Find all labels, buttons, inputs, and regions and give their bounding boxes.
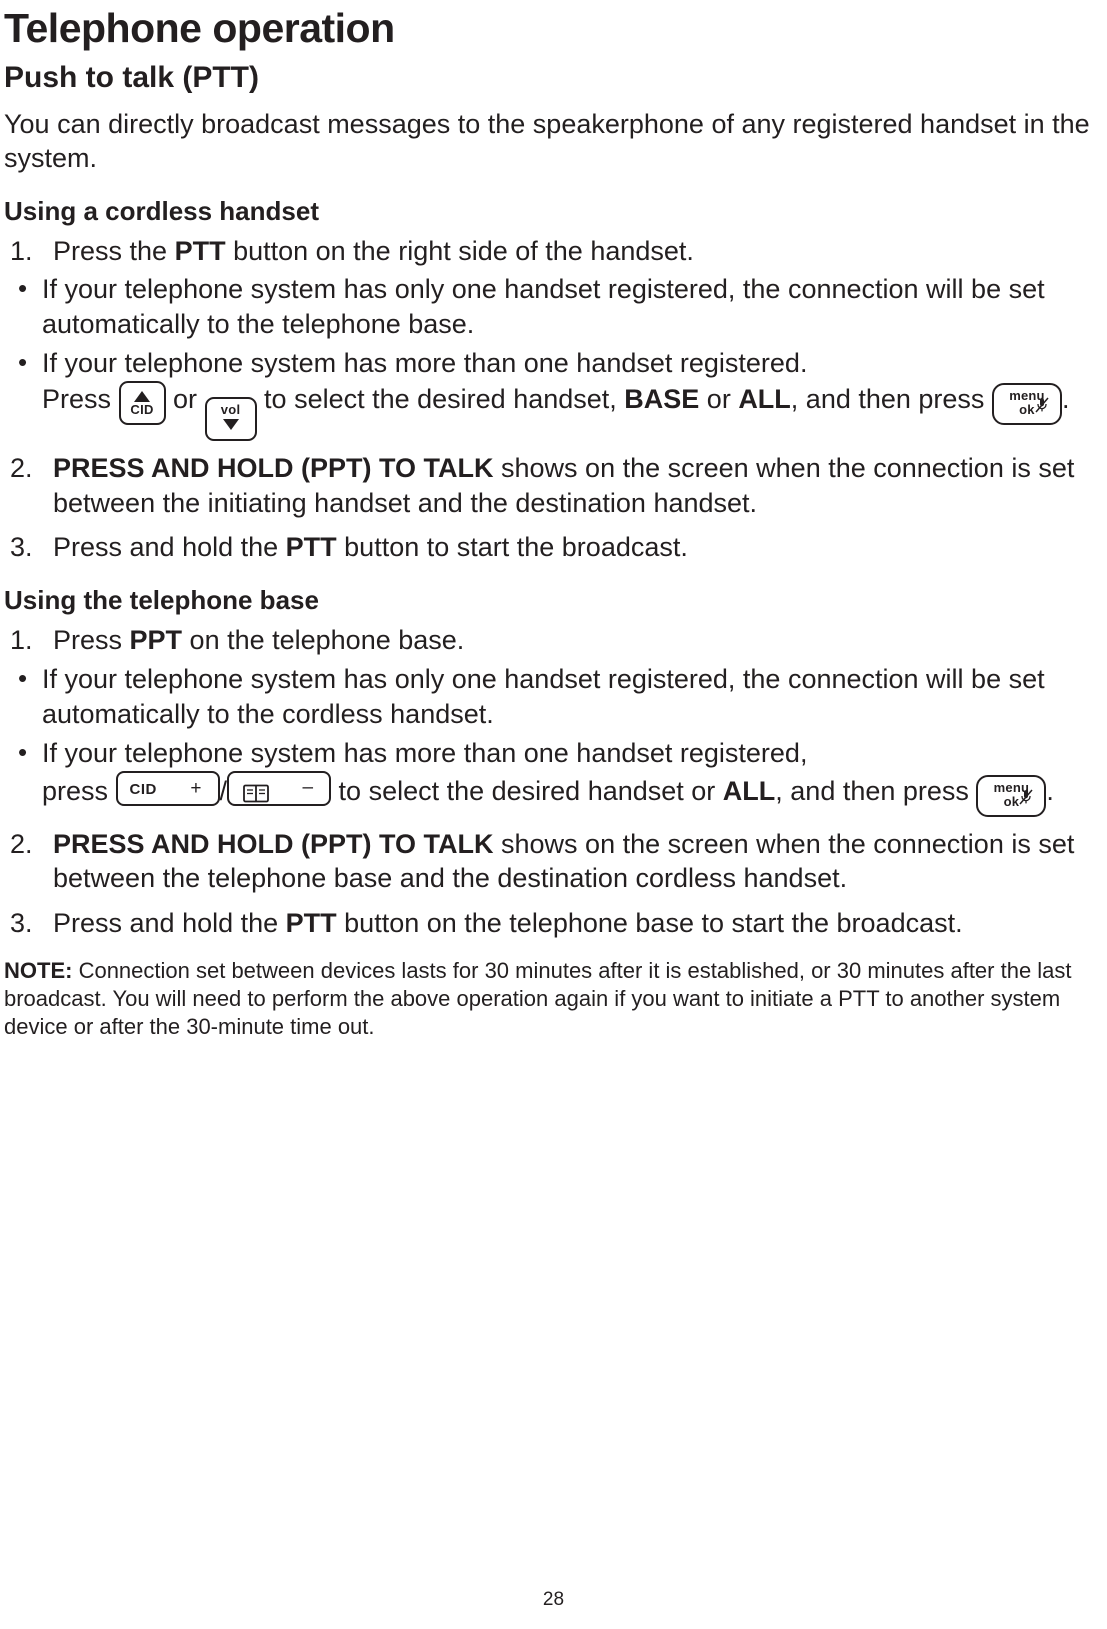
step-item: 2. PRESS AND HOLD (PPT) TO TALK shows on… [4,451,1097,520]
step-body: Press PPT on the telephone base. [53,623,1097,658]
step-text-cont: button to start the broadcast. [336,532,688,563]
step-text: Press and hold the [53,532,286,563]
minus-key-label: – [302,776,314,798]
subsection-title-cordless-handset: Using a cordless handset [4,195,319,226]
base-label: BASE [624,384,700,415]
manual-page: Telephone operation Push to talk (PTT) Y… [0,0,1107,1629]
step-item: 1. Press PPT on the telephone base. [4,623,1097,658]
step-item: 2. PRESS AND HOLD (PPT) TO TALK shows on… [4,827,1097,896]
bullet-dot: • [18,662,28,693]
step-bold: PTT [174,235,226,266]
subsection-title-telephone-base: Using the telephone base [4,585,319,616]
step-bold: PPT [129,625,183,656]
phonebook-icon [243,781,269,808]
step-number: 2. [10,453,33,484]
bullet-text-press: press [42,775,116,806]
vol-down-key-icon: vol [204,397,257,442]
all-label: ALL [722,775,776,806]
step-bold: PRESS AND HOLD (PPT) TO TALK [53,453,494,484]
note-text: Connection set between devices lasts for… [4,957,1072,1039]
bullet-dot: • [18,736,28,767]
bullet-text-period: . [1061,384,1070,415]
step-text-cont: on the telephone base. [182,625,465,656]
handset-steps-list: 1. Press the PTT button on the right sid… [4,234,1097,269]
step-text-cont: button on the right side of the handset. [225,235,694,266]
bullet-dot: • [18,273,28,304]
step-text: Press [53,625,130,656]
handset-bullets-list: • If your telephone system has only one … [4,272,1097,442]
step-body: Press the PTT button on the right side o… [53,234,1097,269]
section-title: Push to talk (PTT) [4,61,259,94]
bullet-text: If your telephone system has only one ha… [42,663,1045,729]
bullet-text: If your telephone system has only one ha… [42,274,1045,340]
list-item: • If your telephone system has only one … [4,662,1097,732]
step-number: 1. [10,625,33,656]
menu-ok-key-icon: menu ok [976,774,1047,817]
step-item: 1. Press the PTT button on the right sid… [4,234,1097,269]
bullet-text-line1: If your telephone system has more than o… [42,737,808,768]
cid-up-key-icon: CID [118,381,166,426]
vol-key-label: vol [220,402,241,418]
list-item: • If your telephone system has more than… [4,346,1097,442]
step-bold: PRESS AND HOLD (PPT) TO TALK [53,828,494,859]
step-number: 2. [10,828,33,859]
step-text: Press and hold the [53,907,286,938]
bullet-text-select: to select the desired handset, [256,384,625,415]
bullet-text-and-then: , and then press [775,775,977,806]
page-number: 28 [542,1589,565,1610]
handset-steps-list-cont: 2. PRESS AND HOLD (PPT) TO TALK shows on… [4,451,1097,565]
page-title: Telephone operation [4,5,395,51]
cid-key-label: CID [129,780,157,798]
triangle-down-icon [222,419,239,431]
step-body: PRESS AND HOLD (PPT) TO TALK shows on th… [53,451,1097,520]
triangle-up-icon [134,391,151,403]
note-paragraph: NOTE: Connection set between devices las… [4,957,1097,1041]
ok-key-label: ok [1003,793,1020,809]
list-item: • If your telephone system has only one … [4,272,1097,342]
note-label: NOTE: [4,957,73,983]
bullet-text-or2: or [699,384,739,415]
step-text: Press the [53,235,175,266]
phonebook-minus-key-icon: – [227,770,332,808]
bullet-text-period: . [1046,775,1054,806]
cid-key-label: CID [130,402,154,418]
step-body: PRESS AND HOLD (PPT) TO TALK shows on th… [53,827,1097,896]
menu-key-label: menu [993,779,1030,795]
step-bold: PTT [285,532,337,563]
bullet-text-press: Press [42,384,119,415]
all-label: ALL [738,384,791,415]
step-number: 3. [10,907,33,938]
step-number: 3. [10,532,33,563]
step-text-cont: button on the telephone base to start th… [336,907,963,938]
bullet-text-and-then: , and then press [790,384,992,415]
step-number: 1. [10,235,33,266]
step-item: 3. Press and hold the PTT button to star… [4,530,1097,565]
mute-mic-icon [1035,391,1049,418]
base-steps-list-cont: 2. PRESS AND HOLD (PPT) TO TALK shows on… [4,827,1097,941]
bullet-text-or: or [165,384,205,415]
intro-paragraph: You can directly broadcast messages to t… [4,109,1090,174]
bullet-text-select: to select the desired handset or [331,775,723,806]
step-item: 3. Press and hold the PTT button on the … [4,906,1097,941]
menu-ok-key-icon: menu ok [991,383,1062,426]
cid-plus-key-icon: CID + [115,770,220,806]
menu-key-label: menu [1009,388,1045,404]
step-bold: PTT [285,907,337,938]
base-steps-list: 1. Press PPT on the telephone base. [4,623,1097,658]
bullet-dot: • [18,347,28,378]
bullet-text-slash: / [219,775,228,806]
plus-key-label: + [190,777,202,799]
bullet-text-line1: If your telephone system has more than o… [42,348,808,379]
ok-key-label: ok [1019,402,1035,418]
step-body: Press and hold the PTT button on the tel… [53,906,1097,941]
list-item: • If your telephone system has more than… [4,736,1097,817]
mute-mic-icon [1019,783,1033,810]
step-body: Press and hold the PTT button to start t… [53,530,1097,565]
base-bullets-list: • If your telephone system has only one … [4,662,1097,817]
